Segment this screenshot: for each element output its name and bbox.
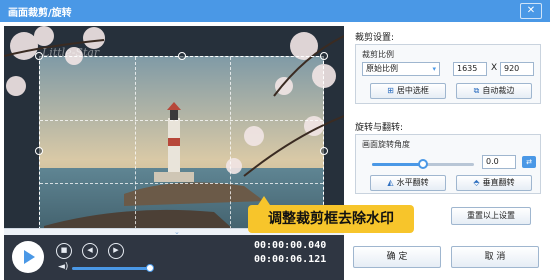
crop-settings-group: 裁剪比例 原始比例 ▾ 1635 X 920 ⊞ 居中选框 ⧉ 自动裁边: [355, 44, 541, 104]
flip-horizontal-button[interactable]: ◭ 水平翻转: [370, 175, 446, 191]
auto-crop-icon: ⧉: [473, 86, 480, 95]
ok-button[interactable]: 确 定: [353, 246, 441, 268]
auto-crop-button[interactable]: ⧉ 自动裁边: [456, 83, 532, 99]
crop-handle-top-right[interactable]: [320, 52, 328, 60]
play-icon: [24, 250, 35, 264]
volume-icon: ◄): [58, 262, 69, 272]
crop-ratio-label: 裁剪比例: [362, 50, 394, 59]
rotate-section-title: 旋转与翻转:: [355, 123, 404, 133]
flip-vertical-button[interactable]: ⬘ 垂直翻转: [456, 175, 532, 191]
flip-vertical-label: 垂直翻转: [482, 178, 515, 187]
flip-vertical-icon: ⬘: [473, 178, 480, 187]
crop-frame[interactable]: [35, 52, 328, 230]
playback-controls: ■ ◀ ▶ ◄) 00:00:00.040 00:00:06.121: [4, 235, 344, 280]
previous-frame-button[interactable]: ◀: [82, 243, 98, 259]
rotate-angle-label: 画面旋转角度: [362, 140, 410, 149]
crop-width-input[interactable]: 1635: [453, 62, 487, 76]
volume-slider-knob[interactable]: [146, 264, 154, 272]
rotate-settings-group: 画面旋转角度 0.0 ⇄ ◭ 水平翻转 ⬘ 垂直翻转: [355, 134, 541, 194]
crop-ratio-value: 原始比例: [366, 64, 398, 73]
settings-panel: 裁剪设置: 裁剪比例 原始比例 ▾ 1635 X 920 ⊞ 居中选框 ⧉ 自动裁边…: [351, 26, 545, 236]
play-button[interactable]: [12, 241, 44, 273]
crop-grid-line: [230, 57, 231, 230]
crop-ratio-select[interactable]: 原始比例 ▾: [362, 62, 440, 76]
reset-settings-button[interactable]: 重置以上设置: [451, 207, 531, 225]
center-crop-button[interactable]: ⊞ 居中选框: [370, 83, 446, 99]
crop-grid-line: [40, 120, 323, 121]
crop-grid-line: [40, 183, 323, 184]
crop-section-title: 裁剪设置:: [355, 33, 395, 43]
current-time: 00:00:00.040: [254, 240, 327, 251]
rotate-angle-slider-fill: [372, 163, 423, 166]
crop-grid-line: [135, 57, 136, 230]
rotate-angle-slider[interactable]: [372, 159, 474, 169]
video-preview[interactable]: Little-Star: [4, 26, 344, 230]
window-title: 画面裁剪/旋转: [8, 8, 72, 19]
rotate-icon[interactable]: ⇄: [522, 156, 536, 168]
crop-handle-top-left[interactable]: [35, 52, 43, 60]
flip-horizontal-icon: ◭: [387, 178, 394, 187]
stop-button[interactable]: ■: [56, 243, 72, 259]
callout-pointer: [258, 196, 270, 205]
crop-handle-right[interactable]: [320, 147, 328, 155]
rotate-angle-input[interactable]: 0.0: [482, 155, 516, 169]
close-button[interactable]: ✕: [520, 3, 542, 19]
crop-height-input[interactable]: 920: [500, 62, 534, 76]
cancel-button[interactable]: 取 消: [451, 246, 539, 268]
center-crop-label: 居中选框: [396, 86, 429, 95]
chevron-down-icon: ▾: [432, 65, 436, 73]
title-bar: 画面裁剪/旋转 ✕: [0, 0, 550, 22]
flip-horizontal-label: 水平翻转: [396, 178, 429, 187]
crop-handle-left[interactable]: [35, 147, 43, 155]
center-frame-icon: ⊞: [387, 86, 394, 95]
crop-handle-top[interactable]: [178, 52, 186, 60]
auto-crop-label: 自动裁边: [482, 86, 515, 95]
next-frame-button[interactable]: ▶: [108, 243, 124, 259]
dimension-separator: X: [491, 63, 498, 73]
volume-slider[interactable]: [72, 267, 152, 270]
rotate-angle-slider-knob[interactable]: [418, 159, 428, 169]
total-time: 00:00:06.121: [254, 254, 327, 265]
